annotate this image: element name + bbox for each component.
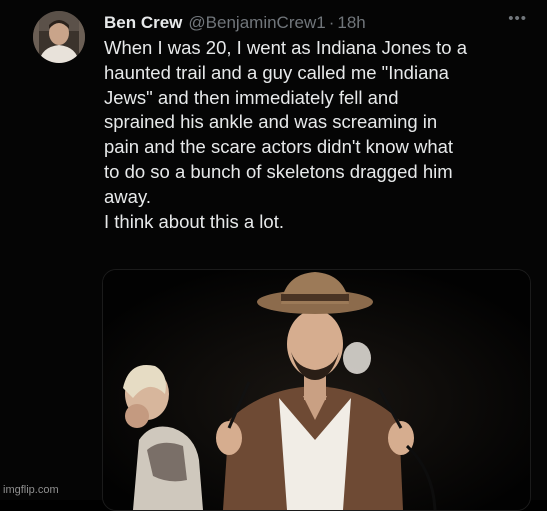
tweet-text-line: When I was 20, I went as Indiana Jones t… <box>104 37 468 58</box>
tweet-text-line: haunted trail and a guy called me "India… <box>104 61 449 83</box>
tweet: Ben Crew @BenjaminCrew1 · 18h ••• When I… <box>0 0 547 511</box>
avatar[interactable] <box>33 11 85 63</box>
tweet-text-line: I think about this a lot. <box>104 210 284 232</box>
tweet-text-line: to do so a bunch of skeletons dragged hi… <box>104 160 453 182</box>
separator-dot: · <box>328 13 335 32</box>
tweet-header: Ben Crew @BenjaminCrew1 · 18h ••• <box>104 10 527 36</box>
photo-illustration <box>103 270 530 510</box>
author-handle[interactable]: @BenjaminCrew1 <box>188 13 325 33</box>
tweet-photo[interactable] <box>102 269 531 511</box>
imgflip-watermark: imgflip.com <box>3 484 59 496</box>
avatar-photo <box>33 11 85 63</box>
author-name[interactable]: Ben Crew <box>104 13 182 33</box>
timestamp[interactable]: 18h <box>337 13 365 33</box>
more-horizontal-icon[interactable]: ••• <box>508 10 527 27</box>
tweet-text-line: away. <box>104 185 151 207</box>
tweet-text-line: sprained his ankle and was screaming in <box>104 111 438 133</box>
tweet-text: When I was 20, I went as Indiana Jones t… <box>104 36 534 234</box>
tweet-text-line: Jews" and then immediately fell and <box>104 86 399 108</box>
tweet-text-line: pain and the scare actors didn't know wh… <box>104 136 454 158</box>
